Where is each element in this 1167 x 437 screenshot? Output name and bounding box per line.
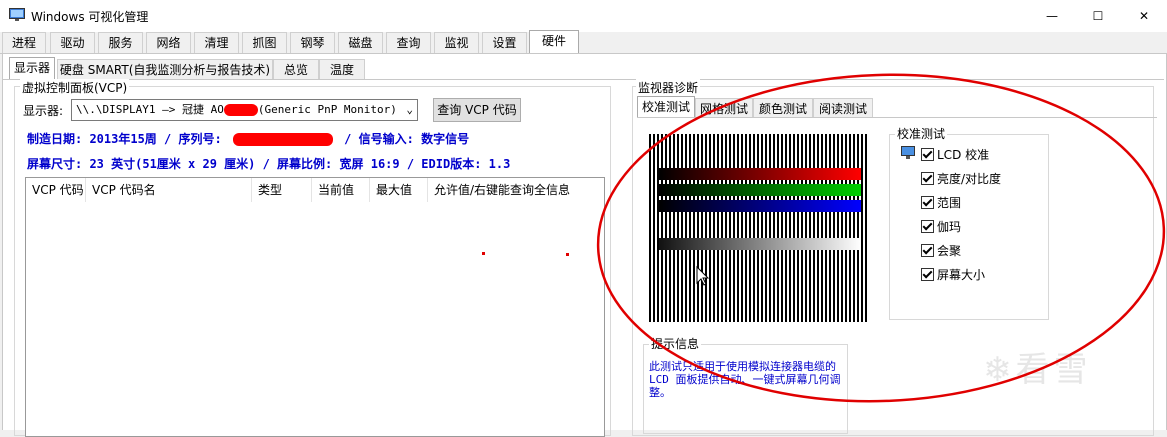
column-vcp-name[interactable]: VCP 代码名 (86, 178, 252, 202)
redaction-mark (223, 104, 258, 116)
close-button[interactable]: ✕ (1121, 0, 1167, 32)
tab-driver[interactable]: 驱动 (50, 32, 95, 53)
subtab-display[interactable]: 显示器 (9, 57, 55, 79)
close-icon: ✕ (1138, 9, 1150, 23)
tab-monitor[interactable]: 监视 (434, 32, 479, 53)
annotation-dot (482, 252, 485, 255)
title-bar: Windows 可视化管理 — ☐ ✕ (0, 0, 1167, 32)
window-title: Windows 可视化管理 (31, 10, 149, 24)
column-type[interactable]: 类型 (252, 178, 312, 202)
tab-process[interactable]: 进程 (2, 32, 46, 53)
column-allowed[interactable]: 允许值/右键能查询全信息 (428, 178, 578, 202)
subtab-temperature[interactable]: 温度 (319, 59, 365, 79)
tab-hardware[interactable]: 硬件 (529, 30, 579, 53)
info-line-2: 屏幕尺寸: 23 英寸(51厘米 x 29 厘米) / 屏幕比例: 宽屏 16:… (27, 157, 511, 171)
column-vcp-code[interactable]: VCP 代码 (26, 178, 86, 202)
column-current[interactable]: 当前值 (312, 178, 370, 202)
annotation-dot (566, 253, 569, 256)
tab-query[interactable]: 查询 (386, 32, 431, 53)
info-line-1: 制造日期: 2013年15周 / 序列号: / 信号输入: 数字信号 (27, 130, 469, 147)
tab-disk[interactable]: 磁盘 (338, 32, 383, 53)
display-label: 显示器: (23, 104, 64, 118)
annotation-ellipse (596, 73, 1166, 403)
tab-capture[interactable]: 抓图 (242, 32, 287, 53)
query-vcp-button[interactable]: 查询 VCP 代码 (433, 98, 521, 122)
maximize-button[interactable]: ☐ (1075, 0, 1121, 32)
minimize-button[interactable]: — (1029, 0, 1075, 32)
tab-settings[interactable]: 设置 (482, 32, 527, 53)
tab-network[interactable]: 网络 (146, 32, 191, 53)
column-max[interactable]: 最大值 (370, 178, 428, 202)
vcp-group-label: 虚拟控制面板(VCP) (20, 79, 130, 96)
minimize-icon: — (1046, 9, 1058, 23)
vcp-list[interactable]: VCP 代码 VCP 代码名 类型 当前值 最大值 允许值/右键能查询全信息 (25, 177, 605, 437)
app-icon (9, 8, 25, 21)
serial-redaction (232, 133, 333, 146)
display-select[interactable]: \\.\DISPLAY1 —> 冠捷 AO (Generic PnP Monito… (71, 99, 418, 121)
tab-piano[interactable]: 钢琴 (290, 32, 335, 53)
tab-clean[interactable]: 清理 (194, 32, 239, 53)
signal-input-label: / 信号输入: 数字信号 (344, 132, 470, 146)
subtab-smart[interactable]: 硬盘 SMART(自我监测分析与报告技术) (57, 59, 273, 79)
display-select-value-prefix: \\.\DISPLAY1 —> 冠捷 AO (76, 103, 224, 116)
maximize-icon: ☐ (1092, 9, 1104, 23)
display-select-value-suffix: (Generic PnP Monitor) (257, 103, 397, 116)
subtab-overview[interactable]: 总览 (273, 59, 319, 79)
tab-service[interactable]: 服务 (98, 32, 143, 53)
hardware-panel: 显示器 硬盘 SMART(自我监测分析与报告技术) 总览 温度 虚拟控制面板(V… (2, 54, 1167, 437)
chevron-down-icon: ⌄ (406, 103, 413, 116)
manufacture-serial-label: 制造日期: 2013年15周 / 序列号: (27, 132, 222, 146)
